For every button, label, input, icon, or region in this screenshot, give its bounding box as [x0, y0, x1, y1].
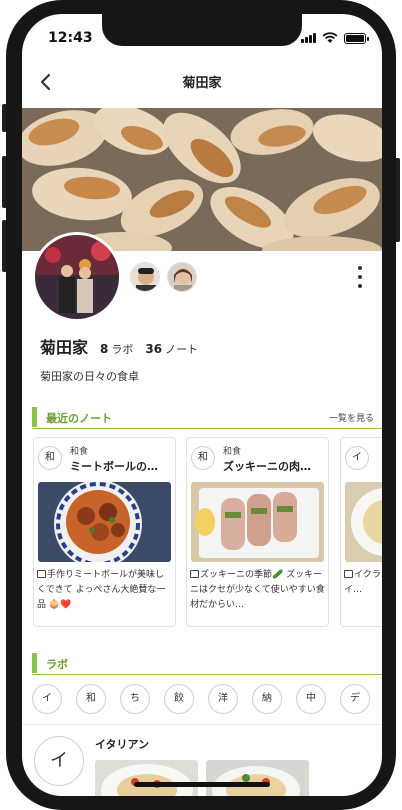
profile-summary: 菊田家 8 ラボ 36 ノート	[40, 334, 198, 358]
category-badge: 和	[38, 446, 62, 470]
labo-photo[interactable]	[206, 760, 309, 796]
note-card[interactable]: イ イクラ… 持ち薄め… のがポイ…	[340, 437, 382, 627]
more-menu-icon[interactable]	[352, 266, 368, 288]
section-accent-bar	[32, 407, 37, 427]
labo-category-chip[interactable]: ち	[120, 684, 150, 714]
app-screen: 12:43 菊田家 菊田家 8 ラボ 36 ノート 菊田家の日々の食卓 最近のノ…	[22, 14, 382, 796]
note-card[interactable]: 和 和食 ズッキーニの肉… ズッキーニの季節🥒 ズッキーニはクセが少なくて使いや…	[186, 437, 329, 627]
profile-description: 菊田家の日々の食卓	[40, 370, 139, 383]
comment-icon	[344, 570, 353, 578]
section-title: 最近のノート	[46, 412, 112, 425]
note-category: 和食	[223, 447, 242, 457]
note-title: ミートボールの…	[70, 460, 158, 473]
signal-icon	[301, 33, 316, 43]
battery-icon	[344, 32, 369, 44]
nav-header: 菊田家	[22, 62, 382, 100]
labo-category-chip[interactable]: デ	[340, 684, 370, 714]
home-indicator[interactable]	[134, 782, 270, 787]
status-time: 12:43	[48, 30, 93, 46]
labo-photo[interactable]	[95, 760, 198, 796]
labo-category-chip[interactable]: 中	[296, 684, 326, 714]
section-accent-bar	[32, 653, 37, 673]
divider	[22, 724, 382, 725]
labo-header: ラボ	[32, 653, 382, 675]
labo-category-chip[interactable]: 洋	[208, 684, 238, 714]
labo-category-chip[interactable]: 餃	[164, 684, 194, 714]
wifi-icon	[322, 32, 338, 43]
note-count: 36	[145, 342, 163, 356]
section-title: ラボ	[46, 658, 68, 671]
cover-image	[22, 108, 382, 251]
note-excerpt: 手作りミートボールが美味しくできて よっぺさん大絶賛な一品 🧅❤️	[37, 570, 166, 610]
note-photo	[345, 482, 382, 562]
notch	[102, 14, 302, 46]
comment-icon	[37, 570, 46, 578]
status-icons	[301, 32, 369, 44]
labo-count-label: ラボ	[111, 343, 134, 356]
page-title: 菊田家	[182, 76, 222, 91]
profile-name: 菊田家	[40, 338, 89, 357]
labo-category-chip[interactable]: イ	[32, 684, 62, 714]
note-photo	[38, 482, 171, 562]
note-excerpt: ズッキーニの季節🥒 ズッキーニはクセが少なくて使いやすい食材だからい…	[190, 570, 325, 610]
note-photo	[191, 482, 324, 562]
member-avatar[interactable]	[167, 262, 197, 292]
phone-frame: 12:43 菊田家 菊田家 8 ラボ 36 ノート 菊田家の日々の食卓 最近のノ…	[0, 0, 402, 810]
category-badge: 和	[191, 446, 215, 470]
labo-count: 8	[100, 342, 109, 356]
recent-notes-header: 最近のノート 一覧を見る	[32, 407, 382, 429]
avatar	[32, 232, 122, 322]
note-card[interactable]: 和 和食 ミートボールの… 手作りミートボールが美味しくできて よっぺさん大絶賛	[33, 437, 176, 627]
see-all-link[interactable]: 一覧を見る	[329, 411, 374, 424]
labo-category-list: イ 和 ち 餃 洋 納 中 デ	[32, 684, 370, 714]
note-title: ズッキーニの肉…	[223, 460, 311, 473]
labo-badge[interactable]: イ	[34, 736, 84, 786]
labo-name[interactable]: イタリアン	[95, 736, 149, 752]
comment-icon	[190, 570, 199, 578]
member-avatar[interactable]	[130, 262, 160, 292]
labo-category-chip[interactable]: 和	[76, 684, 106, 714]
note-category: 和食	[70, 447, 89, 457]
note-count-label: ノート	[165, 343, 199, 356]
note-excerpt: イクラ… 持ち薄め… のがポイ…	[344, 570, 382, 595]
category-badge: イ	[345, 446, 369, 470]
labo-category-chip[interactable]: 納	[252, 684, 282, 714]
